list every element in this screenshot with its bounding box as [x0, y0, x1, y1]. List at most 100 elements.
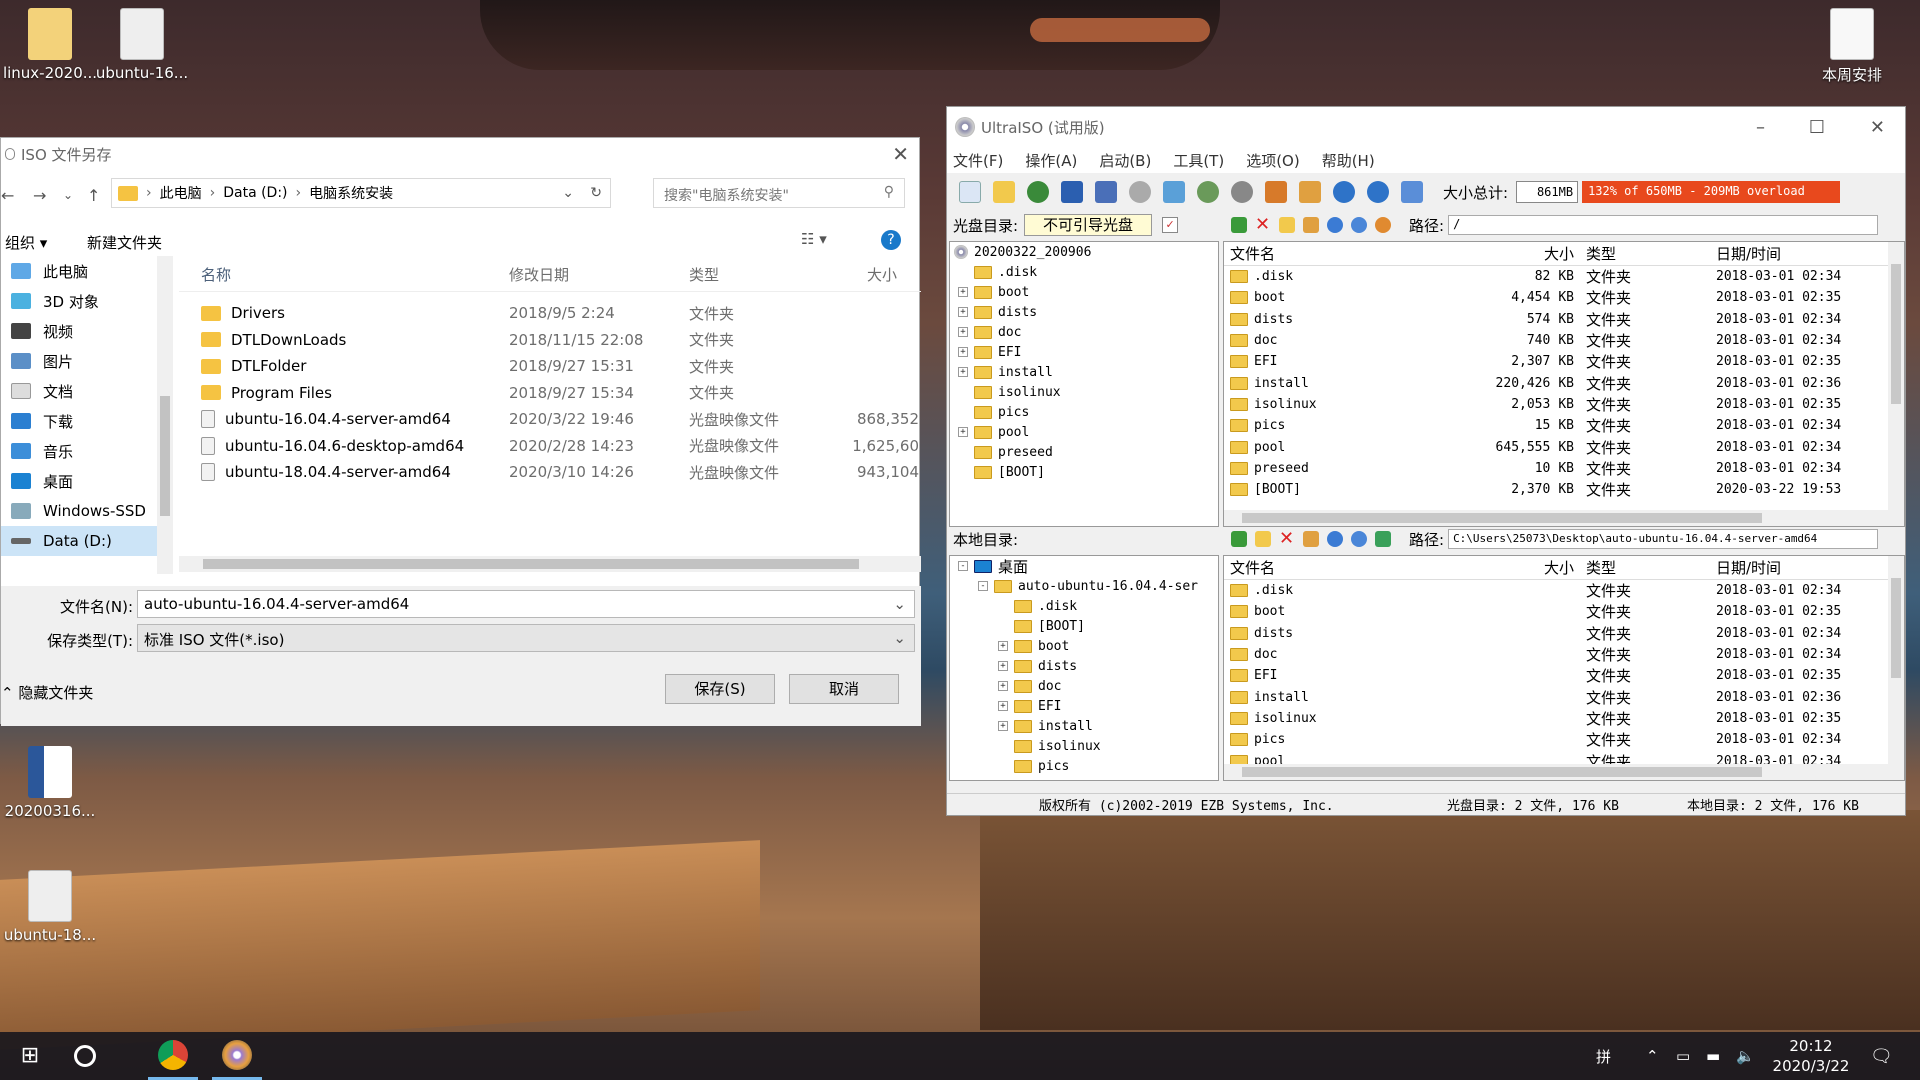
file-list-hscrollbar[interactable] [179, 556, 921, 572]
list-row[interactable]: doc 文件夹 2018-03-01 02:34 [1224, 644, 1904, 665]
breadcrumb-this-pc[interactable]: 此电脑 [160, 183, 202, 203]
up-dir-icon[interactable] [1231, 217, 1247, 233]
rename-icon[interactable] [1303, 531, 1319, 547]
list-row[interactable]: EFI 2,307 KB 文件夹 2018-03-01 02:35 [1224, 351, 1904, 372]
desktop-icon-ubuntu16[interactable]: ubuntu-16... [92, 8, 192, 82]
burn-icon[interactable] [1129, 181, 1151, 203]
back-arrow-icon[interactable]: ← [1, 186, 14, 205]
expand-icon[interactable]: + [998, 661, 1008, 671]
expand-icon[interactable]: + [958, 427, 968, 437]
tree-item[interactable]: isolinux [950, 736, 1218, 756]
refresh-icon[interactable] [1375, 531, 1391, 547]
expand-icon[interactable]: + [958, 347, 968, 357]
properties-icon[interactable] [1327, 217, 1343, 233]
nav-item-documents[interactable]: 文档 [1, 376, 159, 406]
tree-item[interactable]: pics [950, 402, 1218, 422]
local-list-hscrollbar[interactable] [1224, 764, 1890, 780]
tree-item[interactable]: + EFI [950, 342, 1218, 362]
expand-icon[interactable]: + [958, 367, 968, 377]
col-name[interactable]: 名称 [179, 264, 509, 285]
list-row[interactable]: dists 文件夹 2018-03-01 02:34 [1224, 623, 1904, 644]
collapse-icon[interactable]: - [978, 581, 988, 591]
settings-gear-icon[interactable] [1351, 531, 1367, 547]
list-row[interactable]: install 220,426 KB 文件夹 2018-03-01 02:36 [1224, 372, 1904, 393]
organize-button[interactable]: 组织 ▾ [5, 232, 47, 253]
desktop-icon-ubuntu18[interactable]: ubuntu-18... [0, 870, 100, 944]
chevron-up-icon[interactable]: ⌃ [1646, 1032, 1659, 1080]
search-circle-icon[interactable] [74, 1045, 96, 1067]
minimize-button[interactable]: – [1756, 117, 1765, 138]
hide-folders-toggle[interactable]: ⌃ 隐藏文件夹 [1, 682, 93, 703]
new-folder-icon[interactable] [1255, 531, 1271, 547]
tree-item[interactable]: [BOOT] [950, 462, 1218, 482]
scroll-thumb[interactable] [1242, 767, 1762, 777]
settings-gear-icon[interactable] [1351, 217, 1367, 233]
col-date[interactable]: 日期/时间 [1694, 243, 1854, 264]
save-icon[interactable] [1061, 181, 1083, 203]
properties-icon[interactable] [1327, 531, 1343, 547]
nav-item-desktop[interactable]: 桌面 [1, 466, 159, 496]
filetype-select[interactable]: 标准 ISO 文件(*.iso) ⌄ [137, 624, 915, 652]
save-as-icon[interactable] [1095, 181, 1117, 203]
file-row[interactable]: DTLDownLoads 2018/11/15 22:08 文件夹 [179, 327, 921, 354]
save-button[interactable]: 保存(S) [665, 674, 775, 704]
nav-scrollbar[interactable] [157, 256, 173, 574]
tree-item[interactable]: + EFI [950, 696, 1218, 716]
delete-icon[interactable]: ✕ [1255, 216, 1271, 234]
expand-icon[interactable]: + [998, 721, 1008, 731]
scroll-thumb[interactable] [203, 559, 859, 569]
virtual-drive-icon[interactable] [1265, 181, 1287, 203]
delete-icon[interactable]: ✕ [1279, 530, 1295, 548]
list-row[interactable]: pool 645,555 KB 文件夹 2018-03-01 02:34 [1224, 436, 1904, 457]
convert-icon[interactable] [1231, 181, 1253, 203]
col-type[interactable]: 类型 [1574, 557, 1694, 578]
file-row[interactable]: ubuntu-18.04.4-server-amd64 2020/3/10 14… [179, 459, 921, 486]
col-date[interactable]: 修改日期 [509, 264, 689, 285]
tree-item[interactable]: + doc [950, 676, 1218, 696]
network-icon[interactable]: ▭ [1676, 1032, 1690, 1080]
iso-path-field[interactable]: / [1448, 215, 1879, 235]
nav-scroll-thumb[interactable] [160, 396, 170, 516]
nav-item-pictures[interactable]: 图片 [1, 346, 159, 376]
mount-icon[interactable] [1163, 181, 1185, 203]
tree-item[interactable]: .disk [950, 596, 1218, 616]
expand-icon[interactable]: + [998, 701, 1008, 711]
tree-item[interactable]: + boot [950, 282, 1218, 302]
expand-icon[interactable]: + [958, 287, 968, 297]
tree-item[interactable]: preseed [950, 442, 1218, 462]
nav-item-windows-ssd[interactable]: Windows-SSD [1, 496, 159, 526]
ultraiso-taskbar-icon[interactable] [222, 1040, 252, 1070]
boot-status-box[interactable]: 不可引导光盘 [1024, 214, 1153, 236]
expand-icon[interactable]: + [958, 307, 968, 317]
menu-bootable[interactable]: 启动(B) [1099, 150, 1151, 171]
tree-item[interactable]: + dists [950, 656, 1218, 676]
list-row[interactable]: .disk 82 KB 文件夹 2018-03-01 02:34 [1224, 266, 1904, 287]
close-button[interactable]: ✕ [1870, 117, 1885, 138]
list-row[interactable]: isolinux 2,053 KB 文件夹 2018-03-01 02:35 [1224, 394, 1904, 415]
cancel-button[interactable]: 取消 [789, 674, 899, 704]
list-row[interactable]: dists 574 KB 文件夹 2018-03-01 02:34 [1224, 309, 1904, 330]
tree-item[interactable]: [BOOT] [950, 616, 1218, 636]
local-path-field[interactable]: C:\Users\25073\Desktop\auto-ubuntu-16.04… [1448, 529, 1879, 549]
tree-item[interactable]: + doc [950, 322, 1218, 342]
view-options-icon[interactable]: ☷ ▾ [801, 230, 827, 248]
new-folder-button[interactable]: 新建文件夹 [87, 232, 162, 253]
breadcrumb-data-d[interactable]: Data (D:) [223, 185, 287, 201]
tree-item[interactable]: - auto-ubuntu-16.04.4-ser [950, 576, 1218, 596]
col-filename[interactable]: 文件名 [1224, 243, 1470, 264]
options-icon[interactable] [1299, 181, 1321, 203]
chevron-down-icon[interactable]: ⌄ [893, 595, 906, 613]
recent-chevron-icon[interactable]: ⌄ [63, 188, 73, 202]
list-row[interactable]: preseed 10 KB 文件夹 2018-03-01 02:34 [1224, 458, 1904, 479]
nav-item-videos[interactable]: 视频 [1, 316, 159, 346]
scroll-thumb[interactable] [1891, 264, 1901, 404]
up-dir-icon[interactable] [1231, 531, 1247, 547]
tree-item[interactable]: 20200322_200906 [950, 242, 1218, 262]
list-row[interactable]: boot 4,454 KB 文件夹 2018-03-01 02:35 [1224, 287, 1904, 308]
tree-item[interactable]: isolinux [950, 382, 1218, 402]
menu-actions[interactable]: 操作(A) [1025, 150, 1077, 171]
checkbox-icon[interactable]: ✓ [1162, 217, 1179, 233]
chevron-down-icon[interactable]: ⌄ [562, 185, 574, 201]
iso-list-vscrollbar[interactable] [1888, 242, 1904, 526]
col-size[interactable]: 大小 [839, 264, 919, 285]
